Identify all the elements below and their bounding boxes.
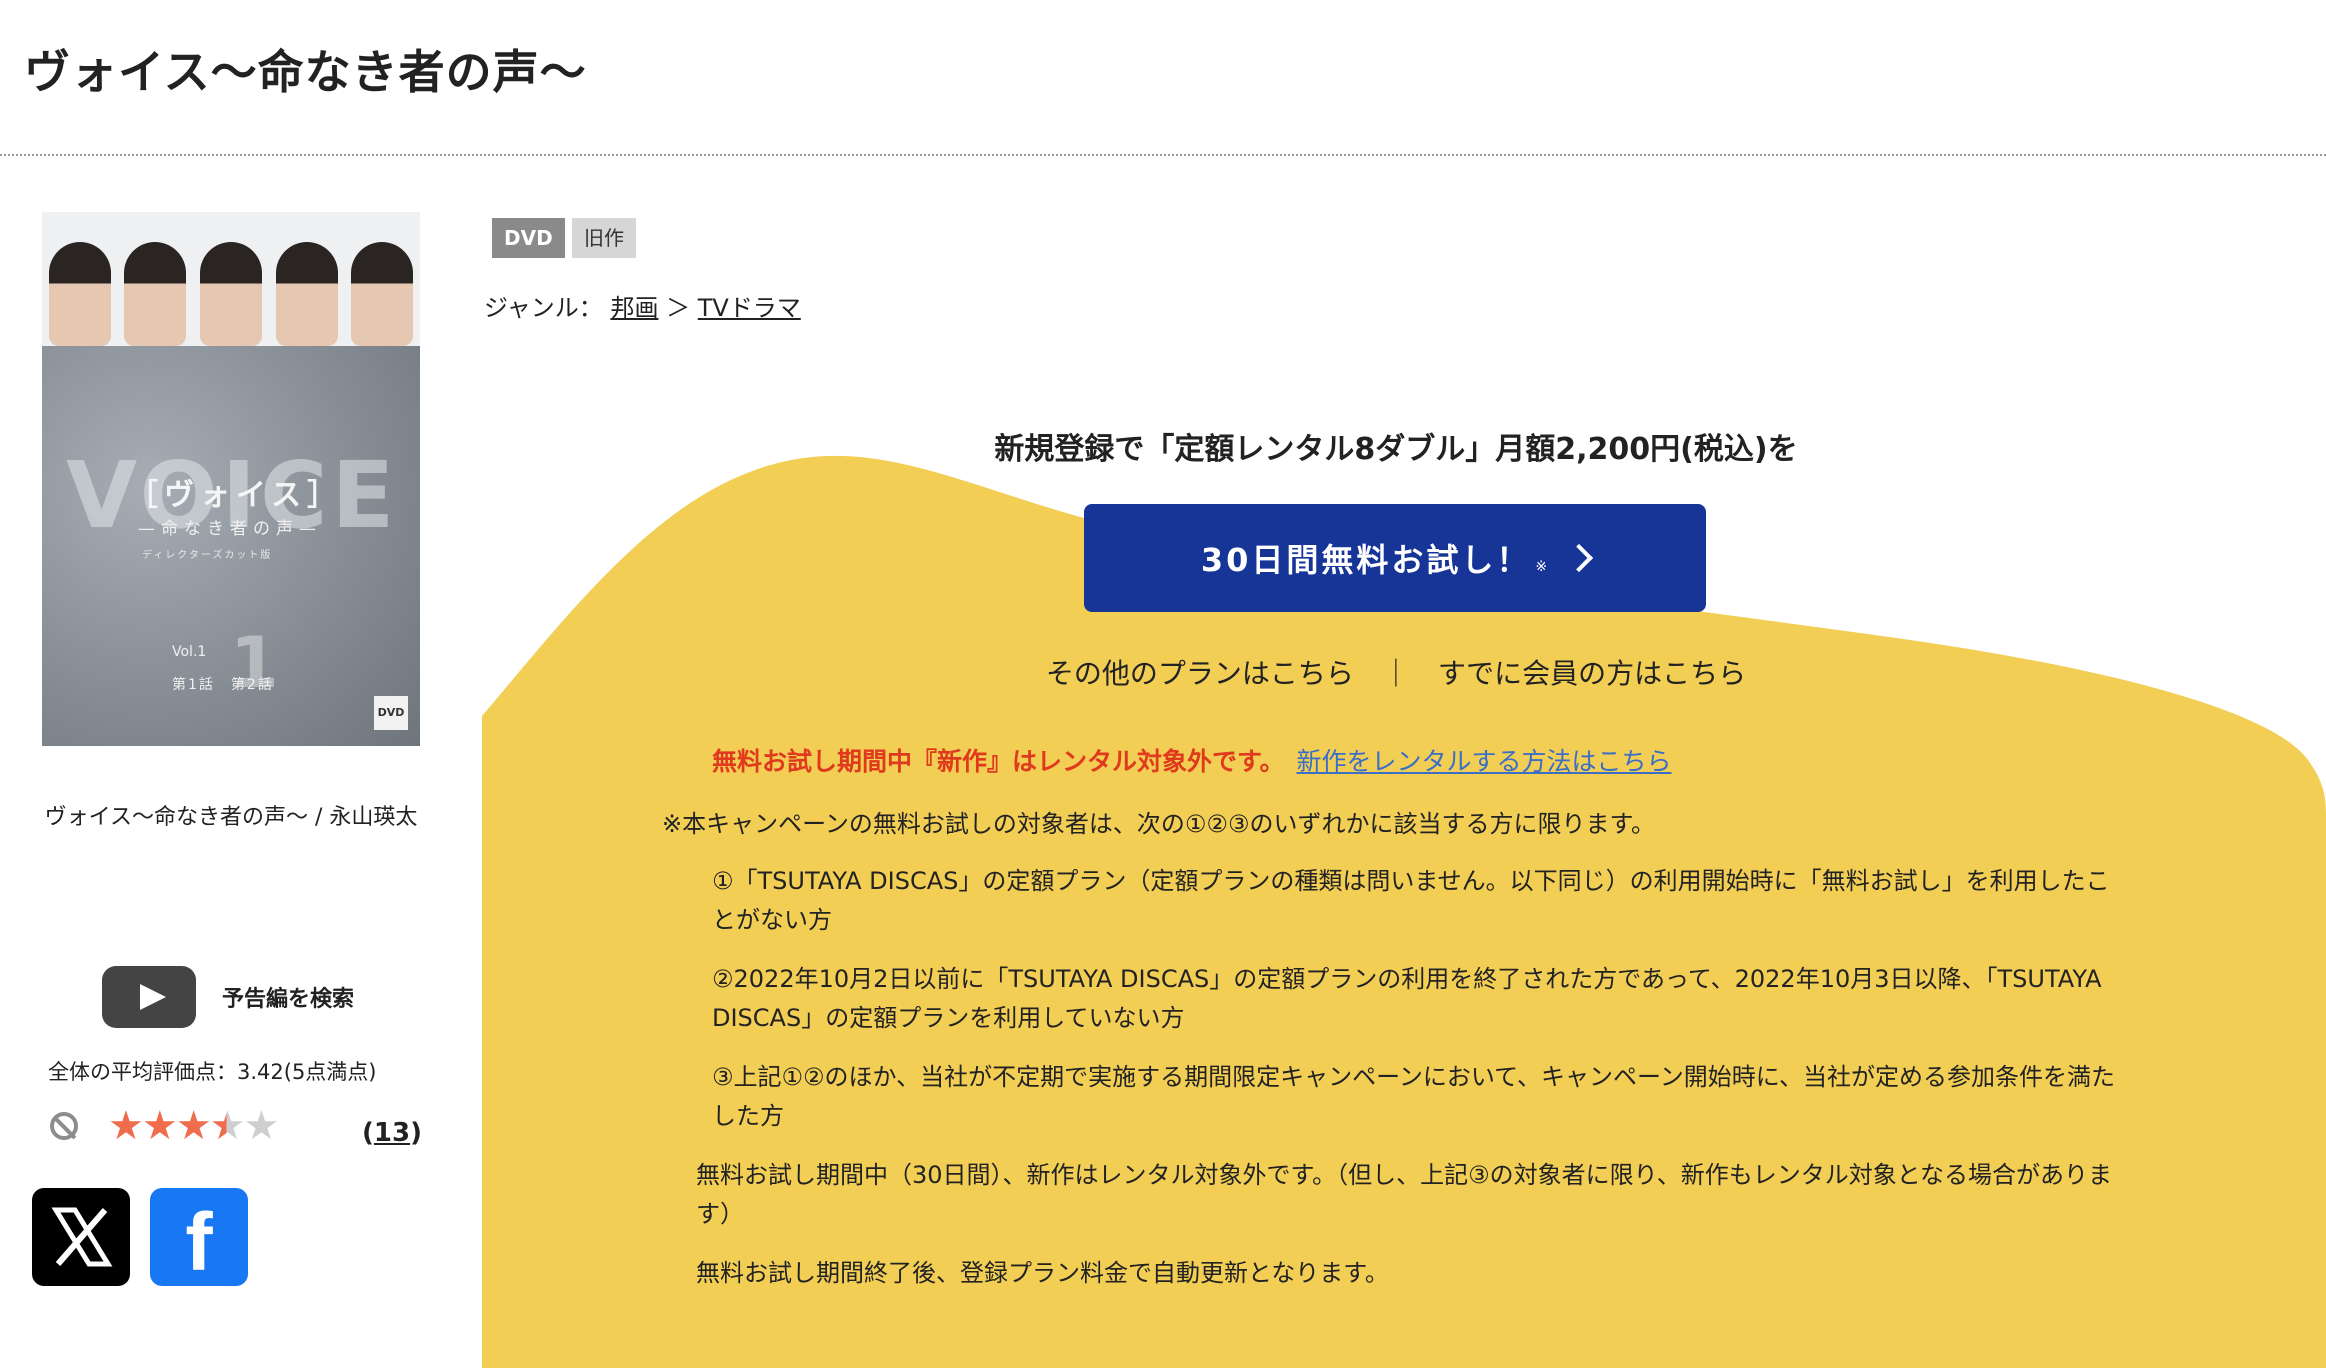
dvd-cover-image[interactable]: VOICE ［ヴォイス］ —命なき者の声— ディレクターズカット版 1 Vol.… (42, 212, 420, 746)
cover-volume: Vol.1 (172, 644, 207, 660)
free-trial-button[interactable]: 30日間無料お試し！ ※ (1084, 504, 1706, 612)
rating-stars[interactable]: ★★★★★ (108, 1103, 279, 1149)
cast-photo (124, 242, 187, 346)
cover-episodes: 第1話 第2話 (172, 677, 274, 693)
new-release-notice: 無料お試し期間中『新作』はレンタル対象外です。 新作をレンタルする方法はこちら (712, 742, 1672, 778)
star-icon: ★ (175, 1103, 212, 1149)
genre-label: ジャンル： (484, 294, 603, 322)
trailer-search-button[interactable]: 予告編を検索 (102, 966, 354, 1028)
star-icon: ★ (108, 1103, 144, 1149)
new-release-rental-link[interactable]: 新作をレンタルする方法はこちら (1297, 747, 1672, 776)
other-plans-link[interactable]: その他のプランはこちら (1046, 657, 1354, 690)
new-release-warning: 無料お試し期間中『新作』はレンタル対象外です。 (712, 747, 1285, 776)
campaign-headline: 新規登録で「定額レンタル8ダブル」月額2,200円(税込)を (994, 432, 1798, 467)
link-separator: ｜ (1381, 657, 1410, 690)
cast-photo (275, 242, 338, 346)
free-trial-label: 30日間無料お試し！ (1200, 541, 1532, 579)
plan-links: その他のプランはこちら ｜ すでに会員の方はこちら (482, 652, 2310, 692)
review-count[interactable]: (13) (362, 1118, 422, 1148)
genre-link-tv-drama[interactable]: TVドラマ (698, 294, 801, 322)
eligibility-condition-3: ③上記①②のほか、当社が不定期で実施する期間限定キャンペーンにおいて、キャンペー… (712, 1063, 2116, 1130)
review-count-link[interactable]: 13 (374, 1118, 410, 1148)
cast-photo (351, 242, 414, 346)
campaign-note-new-releases: 無料お試し期間中（30日間）、新作はレンタル対象外です。（但し、上記③の対象者に… (696, 1161, 2112, 1228)
campaign-eligibility-intro: ※本キャンペーンの無料お試しの対象者は、次の①②③のいずれかに該当する方に限りま… (662, 810, 1656, 838)
cover-edition: ディレクターズカット版 (142, 550, 273, 561)
format-badge: DVD (492, 218, 565, 258)
star-icon: ★ (243, 1103, 279, 1149)
x-logo-icon[interactable] (32, 1188, 130, 1286)
title-divider (0, 154, 2326, 156)
page-title: ヴォイス〜命なき者の声〜 (24, 45, 587, 99)
cover-cast-strip (42, 212, 420, 346)
facebook-icon[interactable]: f (150, 1188, 248, 1288)
genre-breadcrumb: ジャンル： 邦画 ＞ TVドラマ (484, 288, 801, 323)
eligibility-condition-1: ①「TSUTAYA DISCAS」の定額プラン（定額プランの種類は問いません。以… (712, 867, 2110, 934)
release-badge: 旧作 (572, 218, 636, 258)
average-rating-label: 全体の平均評価点： (48, 1060, 237, 1084)
genre-link-hougaku[interactable]: 邦画 (610, 294, 658, 322)
cover-caption: ヴォイス〜命なき者の声〜 / 永山瑛太 (44, 805, 418, 830)
cover-subtitle: —命なき者の声— (138, 519, 322, 539)
campaign-note-auto-renewal: 無料お試し期間終了後、登録プラン料金で自動更新となります。 (696, 1259, 1389, 1287)
free-trial-note-mark: ※ (1535, 559, 1548, 575)
cast-photo (199, 242, 262, 346)
no-sign-icon[interactable] (50, 1112, 78, 1140)
star-icon: ★ (141, 1103, 178, 1149)
cast-photo (48, 242, 111, 346)
eligibility-condition-2: ②2022年10月2日以前に「TSUTAYA DISCAS」の定額プランの利用を… (712, 965, 2102, 1032)
play-icon (102, 966, 196, 1028)
member-login-link[interactable]: すでに会員の方はこちら (1438, 657, 1746, 690)
average-rating: 全体の平均評価点：3.42(5点満点) (48, 1056, 377, 1086)
star-icon: ★ (209, 1103, 246, 1149)
cover-title: ［ヴォイス］ (128, 478, 344, 513)
genre-separator: ＞ (666, 294, 691, 322)
trailer-search-label: 予告編を検索 (222, 987, 355, 1012)
dvd-logo-icon: DVD (374, 696, 408, 730)
average-rating-value: 3.42(5点満点) (237, 1060, 377, 1084)
chevron-right-icon (1564, 543, 1594, 573)
